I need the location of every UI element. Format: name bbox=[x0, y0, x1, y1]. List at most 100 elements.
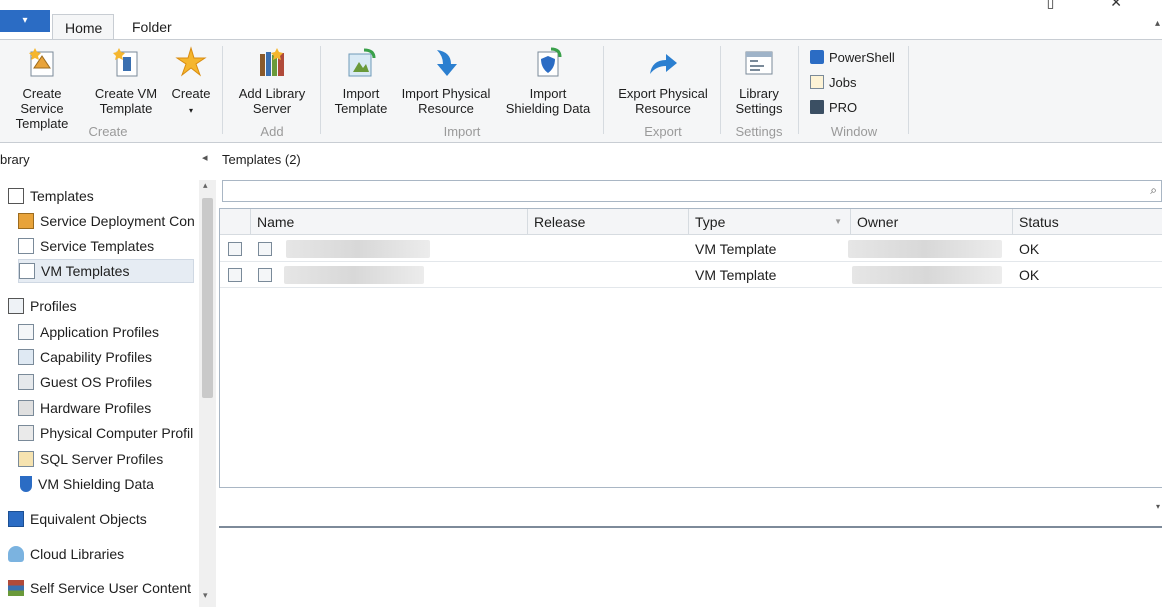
sql-server-profile-icon bbox=[18, 451, 34, 467]
guest-os-profile-icon bbox=[18, 374, 34, 390]
pro-icon bbox=[810, 100, 824, 114]
library-settings-label-2: Settings bbox=[735, 101, 783, 116]
scrollbar-thumb[interactable] bbox=[202, 198, 213, 398]
column-name-label: Name bbox=[257, 214, 295, 230]
nav-item-vm-shielding-data[interactable]: VM Shielding Data bbox=[18, 472, 194, 496]
pro-label: PRO bbox=[829, 99, 858, 115]
import-shielding-data-button[interactable]: Import Shielding Data bbox=[500, 46, 596, 116]
shield-icon bbox=[537, 47, 562, 77]
create-star-icon bbox=[175, 46, 207, 77]
main-pane-title: Templates (2) bbox=[222, 152, 301, 167]
nav-item-self-service-user-content[interactable]: Self Service User Content bbox=[8, 576, 198, 600]
file-menu-button[interactable]: ▾ bbox=[0, 10, 50, 32]
nav-item-equivalent-objects[interactable]: Equivalent Objects bbox=[8, 507, 198, 531]
nav-label: Templates bbox=[30, 188, 94, 204]
templates-folder-icon bbox=[8, 188, 24, 204]
ribbon-tab-strip: ▾ Home Folder ▯ ✕ ▴ bbox=[0, 0, 1162, 40]
column-release-label: Release bbox=[534, 214, 586, 230]
pro-button[interactable]: PRO bbox=[810, 98, 857, 116]
column-header-name[interactable]: Name bbox=[250, 209, 527, 235]
row-status: OK bbox=[1019, 241, 1040, 257]
powershell-button[interactable]: PowerShell bbox=[810, 48, 895, 66]
create-service-template-label-1: Create Service bbox=[20, 86, 64, 116]
nav-label: Physical Computer Profil bbox=[40, 425, 194, 441]
nav-item-cloud-libraries[interactable]: Cloud Libraries bbox=[8, 542, 198, 566]
ribbon-separator bbox=[798, 46, 799, 134]
add-library-server-button[interactable]: Add Library Server bbox=[230, 46, 314, 116]
nav-item-sql-server-profiles[interactable]: SQL Server Profiles bbox=[18, 447, 194, 471]
profiles-icon bbox=[8, 298, 24, 314]
powershell-label: PowerShell bbox=[829, 49, 895, 65]
nav-item-service-deployment[interactable]: Service Deployment Con bbox=[18, 209, 194, 233]
create-label: Create bbox=[171, 86, 211, 101]
jobs-label: Jobs bbox=[829, 74, 857, 90]
column-header-icons[interactable] bbox=[220, 209, 250, 235]
nav-item-application-profiles[interactable]: Application Profiles bbox=[18, 320, 194, 344]
nav-item-guest-os-profiles[interactable]: Guest OS Profiles bbox=[18, 370, 194, 394]
nav-label: Hardware Profiles bbox=[40, 400, 152, 416]
tab-folder[interactable]: Folder bbox=[120, 14, 184, 40]
service-template-icon bbox=[18, 238, 34, 254]
scroll-up-icon[interactable]: ▴ bbox=[203, 180, 208, 191]
service-template-icon bbox=[29, 48, 54, 77]
nav-item-vm-templates[interactable]: VM Templates bbox=[18, 259, 194, 283]
search-input[interactable] bbox=[223, 181, 1123, 201]
redacted-name bbox=[284, 266, 424, 284]
add-library-server-label-1: Add Library bbox=[238, 86, 306, 101]
tab-home[interactable]: Home bbox=[52, 14, 114, 40]
library-settings-button[interactable]: Library Settings bbox=[726, 46, 792, 116]
vm-template-icon bbox=[258, 268, 272, 282]
ribbon-separator bbox=[908, 46, 909, 134]
ribbon-separator bbox=[320, 46, 321, 134]
column-type-label: Type bbox=[695, 214, 726, 230]
chevron-down-icon[interactable]: ▾ bbox=[1156, 502, 1160, 511]
library-pane-title: brary bbox=[0, 152, 30, 167]
create-vm-template-button[interactable]: Create VM Template bbox=[90, 46, 162, 116]
import-template-label-1: Import bbox=[342, 86, 380, 101]
scroll-down-icon[interactable]: ▾ bbox=[203, 590, 208, 601]
import-physical-resource-button[interactable]: Import Physical Resource bbox=[396, 46, 496, 116]
nav-item-service-templates[interactable]: Service Templates bbox=[18, 234, 194, 258]
nav-item-physical-computer-profiles[interactable]: Physical Computer Profil bbox=[18, 421, 194, 445]
redacted-owner bbox=[852, 266, 1002, 284]
column-header-owner[interactable]: Owner bbox=[850, 209, 1012, 235]
search-icon[interactable]: ⌕ bbox=[1150, 183, 1157, 198]
physical-computer-profile-icon bbox=[18, 425, 34, 441]
column-header-type[interactable]: Type ▼ bbox=[688, 209, 850, 235]
nav-item-profiles[interactable]: Profiles bbox=[8, 294, 198, 318]
create-dropdown-button[interactable]: Create ▾ bbox=[166, 46, 216, 118]
vm-template-icon bbox=[113, 48, 138, 77]
nav-item-capability-profiles[interactable]: Capability Profiles bbox=[18, 345, 194, 369]
group-label-window: Window bbox=[830, 124, 878, 139]
column-header-release[interactable]: Release bbox=[527, 209, 688, 235]
nav-label: Application Profiles bbox=[40, 324, 160, 340]
nav-label: VM Templates bbox=[41, 263, 130, 279]
search-box[interactable]: ⌕ bbox=[222, 180, 1162, 202]
ribbon-separator bbox=[720, 46, 721, 134]
jobs-button[interactable]: Jobs bbox=[810, 73, 856, 91]
column-owner-label: Owner bbox=[857, 214, 899, 230]
table-row[interactable]: VM Template OK bbox=[220, 236, 1162, 262]
redacted-owner bbox=[848, 240, 1002, 258]
collapse-ribbon-icon[interactable]: ▴ bbox=[1155, 18, 1160, 29]
row-type: VM Template bbox=[695, 267, 777, 283]
chevron-down-icon: ▾ bbox=[188, 106, 193, 115]
window-controls[interactable]: ▯ ✕ bbox=[1047, 0, 1148, 11]
vm-template-icon bbox=[19, 263, 35, 279]
cloud-icon bbox=[8, 546, 24, 562]
nav-item-hardware-profiles[interactable]: Hardware Profiles bbox=[18, 396, 194, 420]
export-physical-resource-button[interactable]: Export Physical Resource bbox=[612, 46, 714, 116]
table-row[interactable]: VM Template OK bbox=[220, 262, 1162, 288]
import-template-button[interactable]: Import Template bbox=[328, 46, 394, 116]
powershell-icon bbox=[810, 50, 824, 64]
column-header-status[interactable]: Status bbox=[1012, 209, 1162, 235]
nav-item-templates[interactable]: Templates bbox=[8, 184, 198, 208]
app-window: ▾ Home Folder ▯ ✕ ▴ Create Service Templ… bbox=[0, 0, 1162, 607]
redacted-name bbox=[286, 240, 430, 258]
details-pane-splitter[interactable]: ▾ bbox=[219, 488, 1162, 528]
nav-scrollbar[interactable]: ▴ ▾ bbox=[199, 180, 216, 607]
collapse-pane-icon[interactable]: ◂ bbox=[202, 151, 208, 164]
create-service-template-button[interactable]: Create Service Template bbox=[0, 46, 84, 131]
export-physical-resource-label-2: Resource bbox=[635, 101, 691, 116]
import-template-icon bbox=[348, 48, 376, 77]
